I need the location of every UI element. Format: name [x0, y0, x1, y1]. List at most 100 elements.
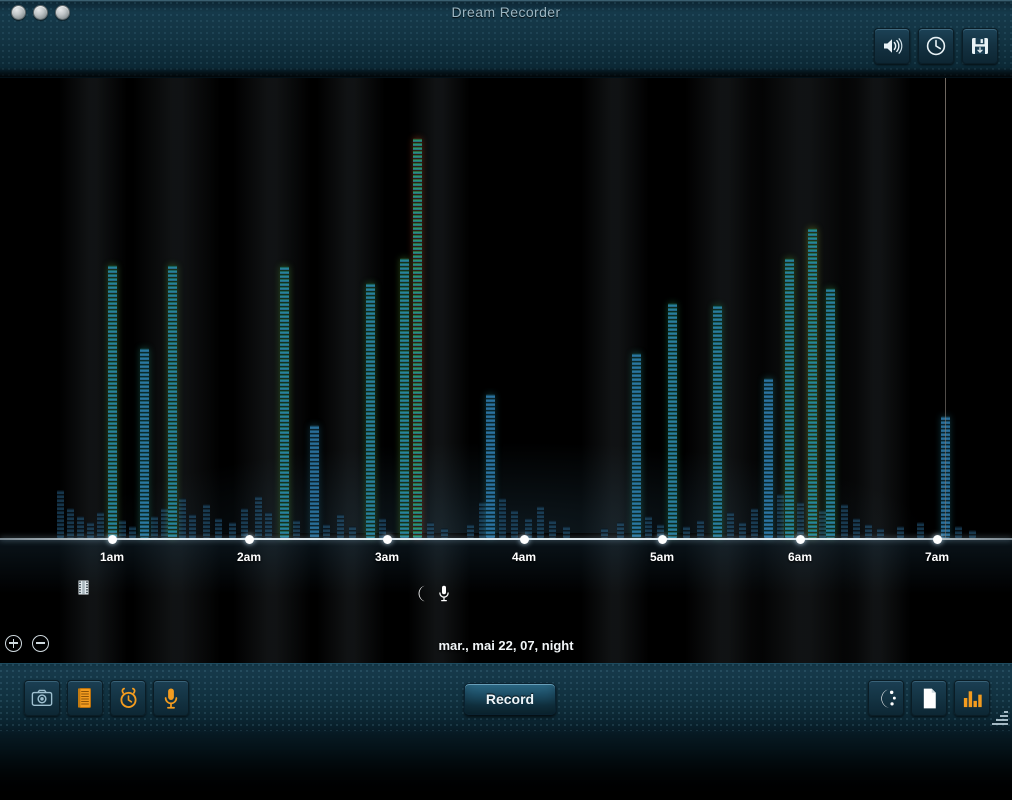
activity-bar	[667, 303, 677, 538]
timeline-tick-label: 5am	[649, 550, 675, 564]
ambient-bar	[616, 522, 624, 538]
ambient-bar	[202, 504, 210, 538]
microphone-button[interactable]	[153, 680, 189, 716]
activity-bar	[167, 265, 177, 538]
record-button[interactable]: Record	[464, 683, 556, 715]
timeline-tick-dot[interactable]	[107, 534, 117, 544]
moon-icon[interactable]	[413, 585, 428, 607]
activity-bar	[784, 258, 794, 538]
ambient-bar	[150, 516, 158, 538]
timeline-tick-dot[interactable]	[932, 534, 942, 544]
ambient-bar	[228, 522, 236, 538]
resize-grip[interactable]	[988, 707, 1008, 727]
glow-column	[752, 78, 856, 663]
timeline-tick-dot[interactable]	[519, 534, 529, 544]
ambient-bar	[240, 508, 248, 538]
save-button[interactable]	[962, 28, 998, 64]
activity-bar	[399, 258, 409, 538]
ambient-bar	[548, 520, 556, 538]
ambient-bar	[128, 526, 136, 538]
timeline-tick-label: 4am	[511, 550, 537, 564]
floor-glow	[0, 403, 1012, 533]
ambient-bar	[510, 510, 518, 538]
ambient-bar	[818, 510, 826, 538]
ambient-bar	[440, 528, 448, 538]
ambient-bar	[852, 518, 860, 538]
timeline-tick-dot[interactable]	[657, 534, 667, 544]
date-label: mar., mai 22, 07, night	[438, 638, 574, 653]
ambient-bar	[726, 512, 734, 538]
camera-icon	[31, 689, 53, 707]
timeline-tick-dot[interactable]	[382, 534, 392, 544]
ambient-bar	[264, 512, 272, 538]
ambient-bar	[66, 508, 74, 538]
save-disk-icon	[972, 38, 988, 54]
sleep-graph-stage[interactable]: 1am 2am 3am 4am 5am 6am 7am mar., mai 22, 07, …	[0, 78, 1012, 663]
clock-icon	[926, 36, 946, 56]
timeline-axis[interactable]	[0, 538, 1012, 540]
activity-bar	[365, 283, 375, 538]
title-bar-button-group	[874, 28, 998, 64]
ambient-bar	[254, 496, 262, 538]
title-bar-shadow	[0, 67, 1012, 77]
title-bar: Dream Recorder	[0, 0, 1012, 78]
ambient-bar	[498, 498, 506, 538]
ambient-bar	[562, 526, 570, 538]
ambient-bar	[600, 528, 608, 538]
activity-bar	[763, 378, 773, 538]
window-title: Dream Recorder	[451, 4, 561, 20]
timeline-tick-label: 6am	[787, 550, 813, 564]
alarm-clock-icon	[119, 687, 137, 708]
ambient-bar	[696, 520, 704, 538]
ambient-bar	[322, 524, 330, 538]
ambient-bar	[840, 504, 848, 538]
glow-column	[233, 78, 311, 663]
document-button[interactable]	[911, 680, 947, 716]
activity-bar	[631, 353, 641, 538]
toolbar-left-group	[24, 680, 189, 716]
ambient-bar	[738, 522, 746, 538]
speaker-icon	[884, 38, 903, 54]
ambient-bar	[876, 528, 884, 538]
glow-column	[685, 78, 763, 663]
microphone-icon[interactable]	[438, 585, 450, 607]
timeline-tick-dot[interactable]	[244, 534, 254, 544]
activity-bar	[107, 265, 117, 538]
ambient-bar	[954, 526, 962, 538]
journal-button[interactable]	[67, 680, 103, 716]
ambient-bar	[292, 520, 300, 538]
zoom-button[interactable]	[55, 5, 70, 20]
microphone-icon	[164, 687, 178, 709]
timeline-tick-label: 3am	[374, 550, 400, 564]
notebook-icon	[78, 688, 91, 708]
zoom-controls	[5, 635, 49, 652]
volume-button[interactable]	[874, 28, 910, 64]
ambient-bar	[178, 498, 186, 538]
zoom-in-button[interactable]	[5, 635, 22, 652]
statistics-button[interactable]	[954, 680, 990, 716]
activity-bar	[825, 288, 835, 538]
close-button[interactable]	[11, 5, 26, 20]
zoom-out-button[interactable]	[32, 635, 49, 652]
snapshot-button[interactable]	[24, 680, 60, 716]
ambient-bar	[968, 530, 976, 538]
film-strip-icon[interactable]	[78, 580, 89, 600]
timeline-tick-label: 1am	[99, 550, 125, 564]
timeline-tick-dot[interactable]	[795, 534, 805, 544]
activity-bar	[485, 394, 495, 538]
alarm-button[interactable]	[110, 680, 146, 716]
ambient-bar	[896, 526, 904, 538]
ambient-bar	[160, 508, 168, 538]
reflection-clip: Record	[0, 731, 1012, 800]
ambient-bar	[86, 522, 94, 538]
ambient-bar	[796, 502, 804, 538]
activity-bar	[712, 305, 722, 538]
minimize-button[interactable]	[33, 5, 48, 20]
axis-reflection	[0, 538, 1012, 608]
toolbar-reflection: Record	[0, 731, 1012, 800]
ambient-bar	[750, 508, 758, 538]
sleep-cycle-button[interactable]	[868, 680, 904, 716]
ambient-bar	[644, 516, 652, 538]
clock-button[interactable]	[918, 28, 954, 64]
ambient-bar	[76, 516, 84, 538]
